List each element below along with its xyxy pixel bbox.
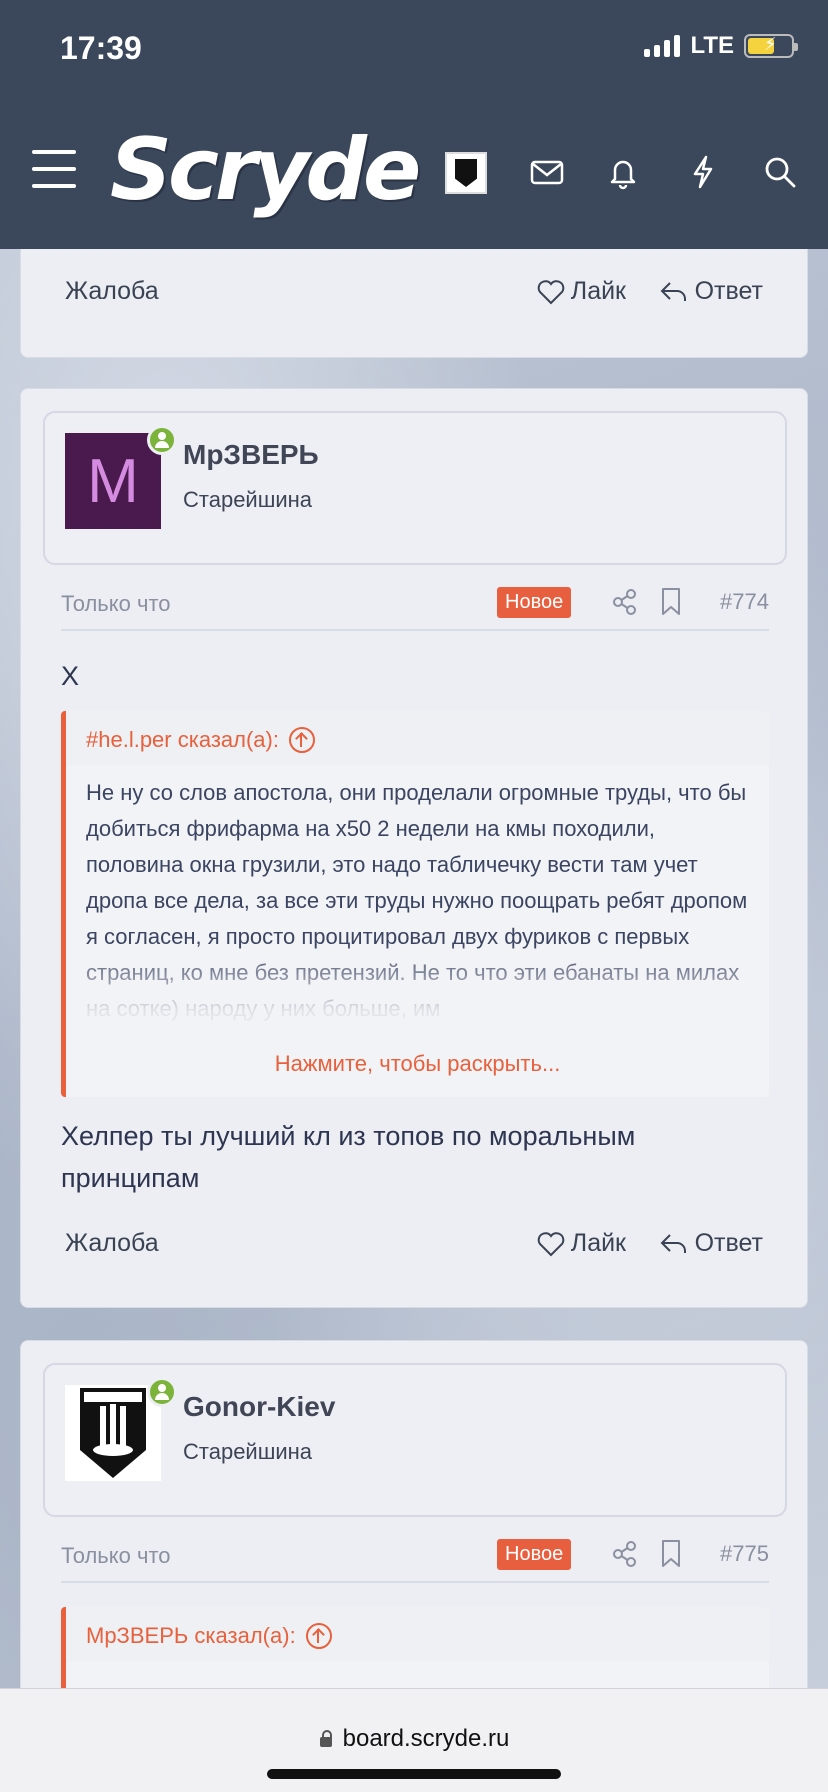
report-link[interactable]: Жалоба [65, 1229, 159, 1258]
like-label: Лайк [570, 277, 626, 305]
post-text: Хелпер ты лучший кл из топов по моральны… [61, 1121, 636, 1193]
avatar[interactable] [65, 1385, 161, 1481]
share-icon[interactable] [611, 1539, 639, 1569]
network-label: LTE [690, 32, 734, 59]
status-time: 17:39 [60, 30, 142, 66]
heart-icon [537, 1231, 565, 1256]
new-badge: Новое [497, 1539, 572, 1570]
bookmark-icon[interactable] [659, 1539, 683, 1569]
post-text: Х [61, 661, 80, 691]
menu-icon[interactable] [32, 150, 76, 188]
reply-button[interactable]: Ответ [659, 277, 763, 306]
url-display[interactable]: board.scryde.ru [0, 1725, 828, 1753]
quote-body: Не ну со слов апостола, они проделали ог… [66, 765, 769, 1055]
reply-button[interactable]: Ответ [659, 1229, 763, 1258]
reply-icon [660, 281, 686, 301]
post-actions: Жалоба Лайк Ответ [21, 277, 807, 317]
user-title: Старейшина [183, 1439, 313, 1464]
reply-icon [660, 1233, 686, 1253]
site-header: 17:39 LTE ⚡ Scryde [0, 0, 828, 249]
reply-label: Ответ [694, 1229, 763, 1257]
arrow-up-icon[interactable] [288, 727, 315, 753]
mail-icon[interactable] [527, 152, 567, 192]
bell-icon[interactable] [603, 152, 643, 192]
post-time[interactable]: Только что [61, 591, 171, 617]
quote-author[interactable]: #he.l.per сказал(а): [86, 727, 279, 753]
post-time[interactable]: Только что [61, 1543, 171, 1569]
expand-quote-link[interactable]: Нажмите, чтобы раскрыть... [66, 1051, 769, 1077]
username[interactable]: Gonor-Kiev [183, 1391, 335, 1423]
shield-logo-icon [80, 1388, 146, 1478]
post-number[interactable]: #774 [720, 589, 769, 615]
browser-url-bar[interactable]: board.scryde.ru [0, 1688, 828, 1792]
quote-header[interactable]: МрЗВЕРЬ сказал(а): [66, 1607, 769, 1661]
quote-header[interactable]: #he.l.per сказал(а): [66, 711, 769, 765]
signal-icon [644, 35, 681, 57]
like-button[interactable]: Лайк [537, 1229, 626, 1258]
post-number[interactable]: #775 [720, 1541, 769, 1567]
status-indicators: LTE ⚡ [644, 32, 798, 60]
heart-icon [537, 279, 565, 304]
battery-icon: ⚡ [744, 34, 798, 58]
account-avatar[interactable] [445, 152, 487, 194]
quote-author[interactable]: МрЗВЕРЬ сказал(а): [86, 1623, 296, 1649]
post-card: M МрЗВЕРЬ Старейшина Только что Новое #7… [20, 388, 808, 1308]
post-card: Gonor-Kiev Старейшина Только что Новое #… [20, 1340, 808, 1740]
avatar[interactable]: M [65, 433, 161, 529]
user-info: Gonor-Kiev Старейшина [43, 1363, 787, 1517]
new-badge: Новое [497, 587, 572, 618]
bookmark-icon[interactable] [659, 587, 683, 617]
like-button[interactable]: Лайк [537, 277, 626, 306]
reply-label: Ответ [694, 277, 763, 305]
online-status-icon [147, 1377, 177, 1407]
username[interactable]: МрЗВЕРЬ [183, 439, 319, 471]
like-label: Лайк [570, 1229, 626, 1257]
lock-icon [319, 1730, 333, 1748]
post-meta: Только что Новое #775 [61, 1539, 769, 1583]
share-icon[interactable] [611, 587, 639, 617]
online-status-icon [147, 425, 177, 455]
user-title: Старейшина [183, 487, 313, 512]
home-indicator[interactable] [267, 1769, 561, 1779]
lightning-icon[interactable] [683, 152, 723, 192]
post-actions: Жалоба Лайк Ответ [21, 1229, 807, 1269]
quote-block: #he.l.per сказал(а): Не ну со слов апост… [61, 711, 769, 1097]
arrow-up-icon[interactable] [305, 1623, 332, 1649]
report-link[interactable]: Жалоба [65, 277, 159, 306]
url-text: board.scryde.ru [342, 1725, 510, 1752]
user-info: M МрЗВЕРЬ Старейшина [43, 411, 787, 565]
search-icon[interactable] [760, 152, 800, 192]
post-meta: Только что Новое #774 [61, 587, 769, 631]
site-logo[interactable]: Scryde [110, 120, 421, 220]
